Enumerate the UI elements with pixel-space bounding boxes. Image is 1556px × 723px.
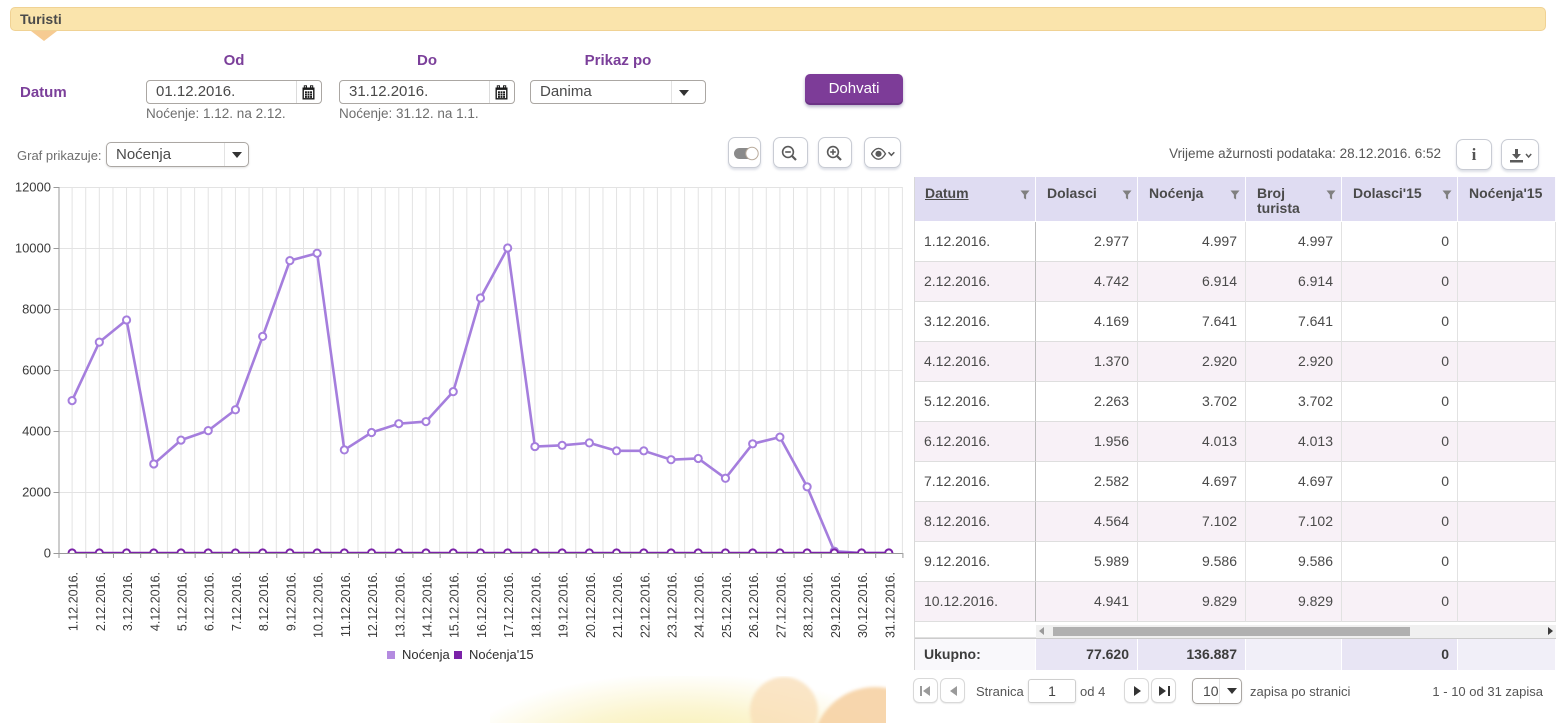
svg-text:30.12.2016.: 30.12.2016. <box>856 572 870 638</box>
svg-text:21.12.2016.: 21.12.2016. <box>611 572 625 638</box>
svg-text:1.12.2016.: 1.12.2016. <box>67 572 81 631</box>
svg-text:10.12.2016.: 10.12.2016. <box>312 572 326 638</box>
svg-text:20.12.2016.: 20.12.2016. <box>584 572 598 638</box>
svg-text:6.12.2016.: 6.12.2016. <box>203 572 217 631</box>
svg-text:13.12.2016.: 13.12.2016. <box>393 572 407 638</box>
svg-text:12000: 12000 <box>15 180 51 195</box>
svg-text:9.12.2016.: 9.12.2016. <box>284 572 298 631</box>
svg-text:29.12.2016.: 29.12.2016. <box>829 572 843 638</box>
svg-text:27.12.2016.: 27.12.2016. <box>774 572 788 638</box>
svg-text:3.12.2016.: 3.12.2016. <box>121 572 135 631</box>
svg-text:26.12.2016.: 26.12.2016. <box>747 572 761 638</box>
svg-text:22.12.2016.: 22.12.2016. <box>638 572 652 638</box>
svg-text:5.12.2016.: 5.12.2016. <box>176 572 190 631</box>
svg-text:12.12.2016.: 12.12.2016. <box>366 572 380 638</box>
svg-text:15.12.2016.: 15.12.2016. <box>448 572 462 638</box>
svg-text:0: 0 <box>44 546 51 561</box>
svg-text:14.12.2016.: 14.12.2016. <box>421 572 435 638</box>
svg-text:25.12.2016.: 25.12.2016. <box>720 572 734 638</box>
svg-text:Noćenja: Noćenja <box>402 647 450 662</box>
svg-text:2.12.2016.: 2.12.2016. <box>94 572 108 631</box>
svg-text:4000: 4000 <box>22 424 51 439</box>
svg-text:28.12.2016.: 28.12.2016. <box>802 572 816 638</box>
svg-text:31.12.2016.: 31.12.2016. <box>883 572 897 638</box>
svg-text:17.12.2016.: 17.12.2016. <box>502 572 516 638</box>
svg-text:11.12.2016.: 11.12.2016. <box>339 572 353 637</box>
svg-text:19.12.2016.: 19.12.2016. <box>557 572 571 638</box>
svg-text:23.12.2016.: 23.12.2016. <box>666 572 680 638</box>
svg-text:2000: 2000 <box>22 485 51 500</box>
svg-text:10000: 10000 <box>15 241 51 256</box>
svg-text:8000: 8000 <box>22 302 51 317</box>
svg-text:4.12.2016.: 4.12.2016. <box>148 572 162 631</box>
svg-text:18.12.2016.: 18.12.2016. <box>529 572 543 638</box>
svg-text:Noćenja'15: Noćenja'15 <box>469 647 534 662</box>
svg-text:24.12.2016.: 24.12.2016. <box>693 572 707 638</box>
svg-text:6000: 6000 <box>22 363 51 378</box>
svg-text:7.12.2016.: 7.12.2016. <box>230 572 244 631</box>
svg-text:16.12.2016.: 16.12.2016. <box>475 572 489 638</box>
svg-text:8.12.2016.: 8.12.2016. <box>257 572 271 631</box>
